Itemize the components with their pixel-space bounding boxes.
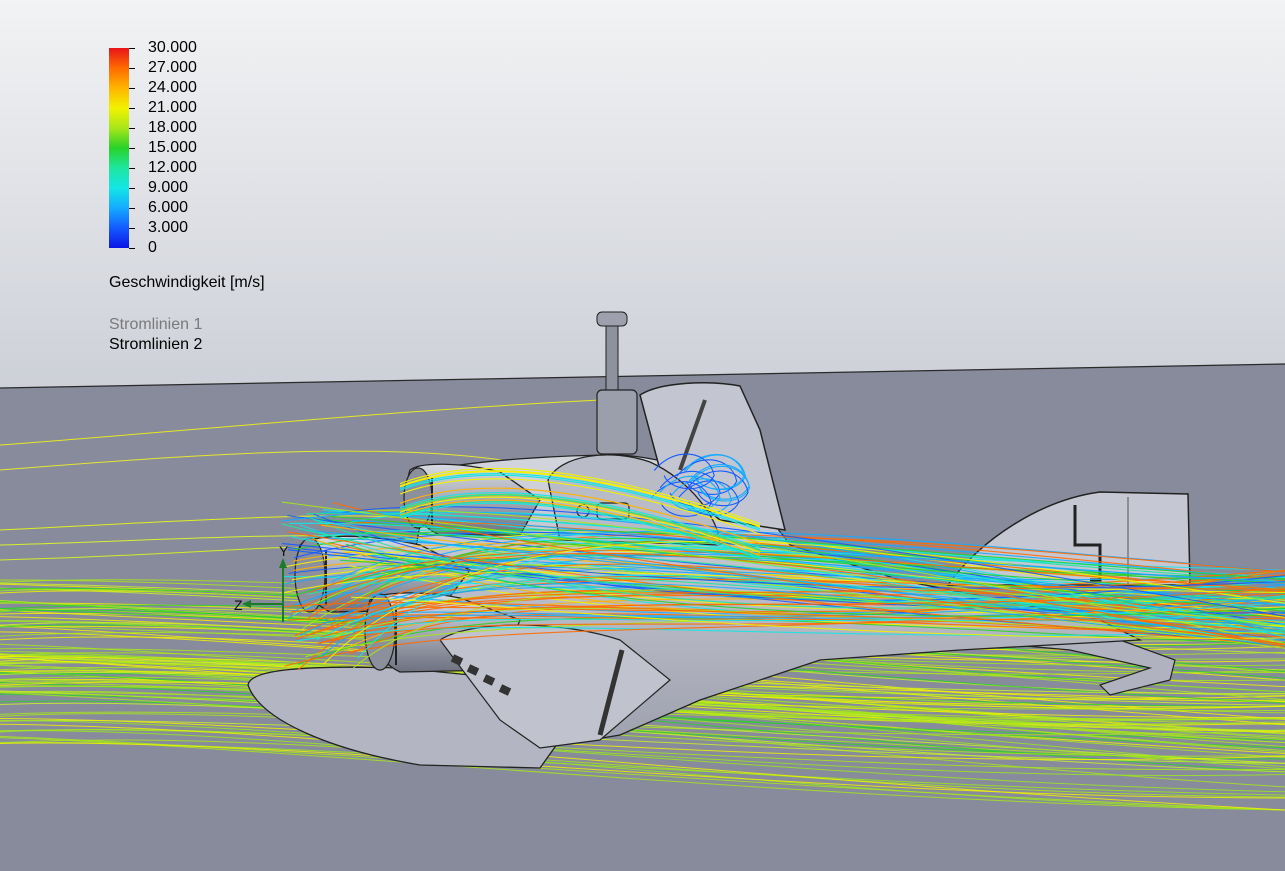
colorbar-tick: [129, 248, 135, 249]
colorbar-tick-label: 18.000: [148, 119, 197, 136]
colorbar-tick-label: 0: [148, 239, 157, 256]
colorbar-tick: [129, 108, 135, 109]
legend-title: Geschwindigkeit [m/s]: [109, 274, 265, 291]
colorbar-tick-label: 12.000: [148, 159, 197, 176]
colorbar-tick: [129, 68, 135, 69]
colorbar-tick: [129, 168, 135, 169]
colorbar-tick: [129, 88, 135, 89]
colorbar-tick-label: 30.000: [148, 39, 197, 56]
pitot-mast: [605, 321, 619, 393]
colorbar-tick-label: 27.000: [148, 59, 197, 76]
colorbar-tick: [129, 208, 135, 209]
mast-base: [596, 389, 638, 455]
colorbar-tick: [129, 188, 135, 189]
colorbar-tick-label: 6.000: [148, 199, 189, 216]
pitot-head: [596, 311, 628, 327]
triad-z-label: Z: [234, 597, 243, 613]
colorbar-tick: [129, 128, 135, 129]
triad-y-label: Y: [279, 543, 289, 559]
colorbar-tick-label: 9.000: [148, 179, 189, 196]
series-label-stromlinien-2[interactable]: Stromlinien 2: [109, 336, 202, 354]
graphics-viewport[interactable]: Y Z 30.000 27.000 24.000 21.000 18.000 15.000…: [0, 0, 1285, 871]
colorbar-tick-label: 21.000: [148, 99, 197, 116]
series-label-stromlinien-1[interactable]: Stromlinien 1: [109, 316, 202, 334]
velocity-legend[interactable]: 30.000 27.000 24.000 21.000 18.000 15.000 12.0…: [109, 39, 329, 361]
colorbar-tick-label: 3.000: [148, 219, 189, 236]
colorbar-tick: [129, 148, 135, 149]
velocity-colorbar: [109, 48, 129, 248]
colorbar-tick: [129, 48, 135, 49]
colorbar-tick-label: 24.000: [148, 79, 197, 96]
colorbar-tick-label: 15.000: [148, 139, 197, 156]
colorbar-tick: [129, 228, 135, 229]
